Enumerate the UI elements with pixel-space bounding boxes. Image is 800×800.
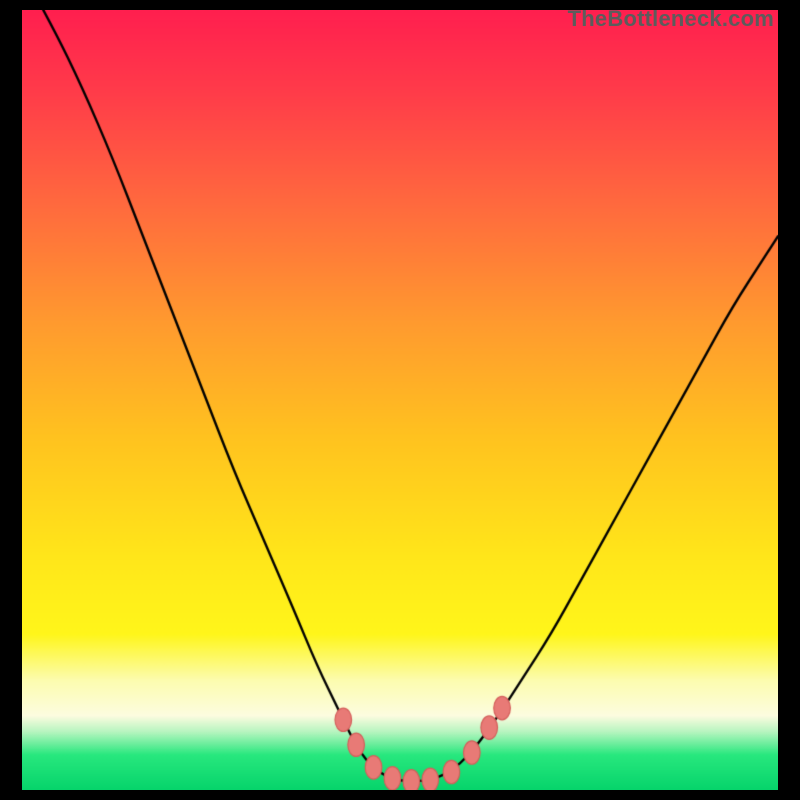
chart-frame: TheBottleneck.com — [0, 0, 800, 800]
plot-area — [22, 10, 778, 790]
curve-layer — [22, 10, 778, 790]
watermark-text: TheBottleneck.com — [568, 6, 774, 32]
